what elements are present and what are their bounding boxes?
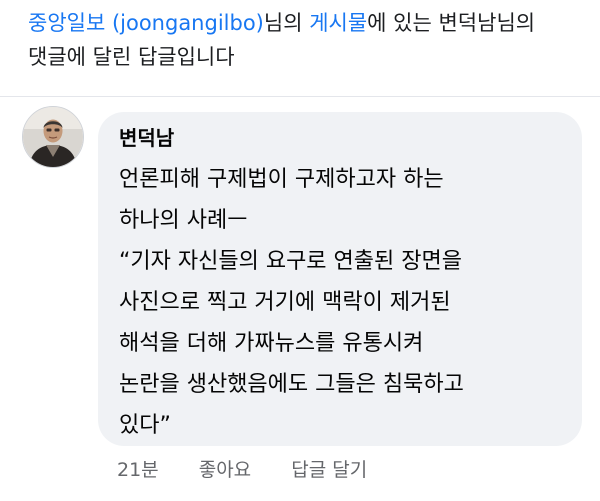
header-line-1: 중앙일보 (joongangilbo)님의 게시물에 있는 변덕남님의 xyxy=(28,6,588,40)
reply-text: 언론피해 구제법이 구제하고자 하는 하나의 사례ㅡ “기자 자신들의 요구로 … xyxy=(119,159,560,446)
reply-bubble: 변덕남 언론피해 구제법이 구제하고자 하는 하나의 사례ㅡ “기자 자신들의 … xyxy=(98,112,582,446)
reply-text-line: 하나의 사례ㅡ xyxy=(119,208,248,233)
reply-text-line: 논란을 생산했음에도 그들은 침묵하고 xyxy=(119,372,464,397)
avatar[interactable] xyxy=(22,106,84,168)
post-link[interactable]: 게시물 xyxy=(309,11,367,35)
header-text-1: 님의 xyxy=(263,11,310,35)
reply-context-header: 중앙일보 (joongangilbo)님의 게시물에 있는 변덕남님의 댓글에 … xyxy=(28,6,588,74)
page-link[interactable]: 중앙일보 (joongangilbo) xyxy=(28,11,264,35)
timestamp-link[interactable]: 21분 xyxy=(117,450,159,490)
reply-text-line: 해석을 더해 가짜뉴스를 유통시켜 xyxy=(119,331,424,356)
reply-text-line: 언론피해 구제법이 구제하고자 하는 xyxy=(119,167,444,192)
reply-text-line: 사진으로 찍고 거기에 맥락이 제거된 xyxy=(119,290,451,315)
reply-actions: 21분 좋아요 답글 달기 xyxy=(117,450,401,490)
header-text-2: 에 있는 변덕남님의 xyxy=(367,11,536,35)
header-line-2: 댓글에 달린 답글입니다 xyxy=(28,45,235,69)
reply-author[interactable]: 변덕남 xyxy=(119,118,560,158)
like-button[interactable]: 좋아요 xyxy=(199,450,251,490)
profile-photo-icon xyxy=(23,107,83,167)
reply-text-line: 있다” xyxy=(119,413,171,438)
divider xyxy=(0,96,600,97)
reply-text-line: “기자 자신들의 요구로 연출된 장면을 xyxy=(119,249,462,274)
reply-button[interactable]: 답글 달기 xyxy=(291,450,367,490)
